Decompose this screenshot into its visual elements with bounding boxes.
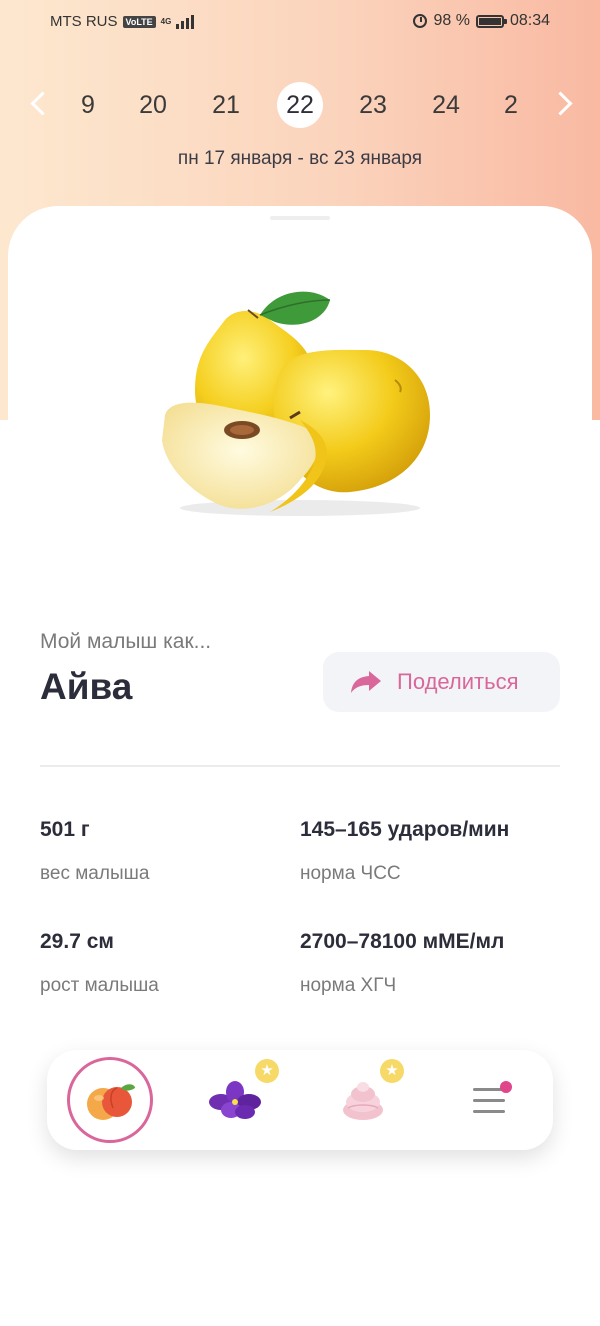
clock: 08:34 [509,12,550,29]
quince-image [162,291,430,516]
day-item-selected[interactable]: 22 [277,82,323,128]
nav-item-flower[interactable]: ★ [187,1050,287,1150]
heart-rate-label: норма ЧСС [300,863,401,884]
height-value: 29.7 см [40,930,114,953]
chevron-left-icon[interactable] [30,91,55,116]
violet-flower-icon [209,1081,261,1119]
status-left: MTS RUS VoLTE 4G [50,13,195,30]
fruit-title: Айва [40,666,133,707]
day-item[interactable]: 24 [423,82,469,128]
day-item[interactable]: 21 [203,82,249,128]
weight-label: вес малыша [40,863,150,884]
nav-item-fruit[interactable] [47,1050,153,1150]
network-type: 4G [160,16,172,26]
height-label: рост малыша [40,975,159,996]
status-bar: MTS RUS VoLTE 4G 98 % 08:34 [0,0,600,44]
week-selector: 9 20 21 22 23 24 2 [0,78,600,130]
divider [40,765,560,767]
star-badge-icon: ★ [255,1059,279,1083]
status-right: 98 % 08:34 [413,12,550,30]
battery-percent: 98 % [433,12,470,29]
day-item[interactable]: 9 [65,82,111,128]
star-badge-icon: ★ [380,1059,404,1083]
nav-item-dessert[interactable]: ★ [322,1050,422,1150]
share-button[interactable]: Поделиться [323,652,560,712]
hcg-value: 2700–78100 мМЕ/мл [300,930,505,953]
menu-icon[interactable] [473,1088,505,1113]
day-item[interactable]: 23 [350,82,396,128]
hcg-label: норма ХГЧ [300,975,397,996]
notification-dot [500,1081,512,1093]
share-label: Поделиться [397,669,519,694]
day-item[interactable]: 20 [130,82,176,128]
battery-icon [475,14,507,28]
carrier-label: MTS RUS [50,13,118,30]
peach-icon [87,1084,135,1120]
week-range: пн 17 января - вс 23 января [177,148,423,169]
share-arrow-icon [351,671,381,693]
heart-rate-value: 145–165 ударов/мин [300,818,510,841]
fruit-subtitle: Мой малыш как... [40,630,212,653]
chevron-right-icon[interactable] [548,91,573,116]
marshmallow-icon [343,1082,383,1120]
day-item[interactable]: 2 [488,82,534,128]
signal-icon [176,14,195,29]
drag-handle[interactable] [270,216,330,220]
weight-value: 501 г [40,818,90,841]
bottom-nav: ★ ★ [47,1050,553,1150]
volte-badge: VoLTE [122,15,156,28]
alarm-icon [413,14,428,28]
